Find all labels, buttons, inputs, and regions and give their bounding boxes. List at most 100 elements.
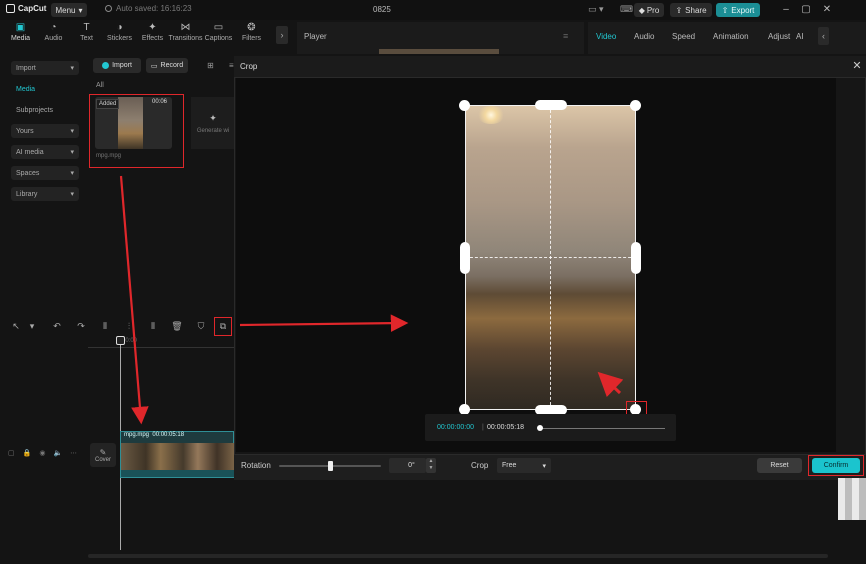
autosave-icon <box>105 5 112 12</box>
inspector-tab-audio[interactable]: Audio <box>634 32 654 41</box>
track-toggle-icon[interactable]: ▢ <box>8 449 15 457</box>
generate-tile[interactable]: ✦ Generate wi <box>191 97 235 149</box>
scrub-knob[interactable] <box>537 425 543 431</box>
inspector-tab-speed[interactable]: Speed <box>672 32 695 41</box>
menu-button[interactable]: Menu ▾ <box>51 3 87 17</box>
timeline-ruler <box>88 338 238 348</box>
import-button[interactable]: Import <box>93 58 141 73</box>
crop-handle-left[interactable] <box>460 242 470 274</box>
split-right-icon[interactable]: ⫴ <box>147 320 159 332</box>
inspector-tab-video[interactable]: Video <box>596 32 616 41</box>
filters-icon: ❂ <box>247 22 256 33</box>
minimize-icon[interactable]: – <box>779 3 793 17</box>
visibility-icon[interactable]: ◉ <box>39 449 45 457</box>
effects-icon: ✦ <box>148 22 157 33</box>
pixelated-region <box>838 478 866 520</box>
chevron-down-icon: ▾ <box>542 462 546 470</box>
select-tool-icon[interactable]: ↖ <box>10 320 22 332</box>
maximize-icon[interactable]: ▢ <box>799 3 813 17</box>
chevron-right-icon[interactable]: › <box>276 26 288 44</box>
tab-audio[interactable]: ◔ Audio <box>37 22 70 50</box>
redo-icon[interactable]: ↷ <box>75 320 87 332</box>
crop-dialog-header <box>234 56 866 78</box>
player-menu-icon[interactable]: ≡ <box>563 31 568 41</box>
sidebar-item-import[interactable]: Import ▾ <box>11 61 79 75</box>
confirm-button[interactable]: Confirm <box>812 458 860 473</box>
sidebar-item-library[interactable]: Library ▾ <box>11 187 79 201</box>
chevron-down-icon: ▾ <box>78 5 83 15</box>
playhead-handle[interactable] <box>116 336 125 345</box>
tab-media[interactable]: ▣ Media <box>4 22 37 50</box>
grid-view-icon[interactable]: ⊞ <box>207 61 214 70</box>
tab-captions[interactable]: ▭ Captions <box>202 22 235 50</box>
added-badge: Added <box>96 99 120 109</box>
crop-tool-highlight <box>214 317 232 336</box>
inspector-tab-adjust[interactable]: Adjust <box>768 32 790 41</box>
crop-ratio-label: Crop <box>471 461 489 470</box>
chevron-down-icon[interactable]: ▾ <box>26 320 38 332</box>
split-icon[interactable]: ⫴ <box>99 320 111 332</box>
close-icon[interactable]: ✕ <box>850 59 864 73</box>
delete-icon[interactable]: 🗑 <box>171 320 183 332</box>
pro-button[interactable]: ◆ Pro <box>634 3 664 17</box>
captions-icon: ▭ <box>213 22 224 33</box>
current-time: 00:00:00:00 <box>437 424 474 431</box>
layout-icon[interactable]: ▭ ▾ <box>588 4 614 16</box>
crop-handle-top-left[interactable] <box>459 100 470 111</box>
crop-handle-right[interactable] <box>631 242 641 274</box>
pencil-icon: ✎ <box>99 447 107 457</box>
project-title: 0825 <box>373 5 391 14</box>
crop-ratio-select[interactable]: Free ▾ <box>497 458 551 473</box>
reset-button[interactable]: Reset <box>757 458 802 473</box>
tab-effects[interactable]: ✦ Effects <box>136 22 169 50</box>
text-icon: T <box>83 22 90 33</box>
tab-transitions[interactable]: ⋈ Transitions <box>169 22 203 50</box>
sidebar-item-spaces[interactable]: Spaces ▾ <box>11 166 79 180</box>
crop-handle-top-right[interactable] <box>630 100 641 111</box>
tab-stickers[interactable]: ◑ Stickers <box>103 22 136 50</box>
split-left-icon[interactable]: ⫶ <box>123 320 135 332</box>
diamond-icon: ◆ <box>638 5 645 15</box>
mute-icon[interactable]: 🔈 <box>53 449 62 457</box>
clip-label: mpg.mpg 00:00:05:18 <box>124 432 185 438</box>
capcut-logo-icon <box>6 4 15 13</box>
inspector-tab-ai[interactable]: AI <box>796 32 804 41</box>
more-icon[interactable]: ⋯ <box>70 449 77 457</box>
crop-handle-top[interactable] <box>535 100 567 110</box>
rotation-slider-knob[interactable] <box>327 461 333 471</box>
inspector-scroll-left-icon[interactable]: ‹ <box>818 27 829 45</box>
track-controls: ▢ 🔒 ◉ 🔈 ⋯ <box>8 449 77 457</box>
media-duration: 00:06 <box>152 99 168 105</box>
chevron-down-icon: ▾ <box>70 170 74 177</box>
audio-icon: ◔ <box>50 22 57 33</box>
crop-guide-horizontal <box>465 257 636 258</box>
arrow-to-timeline <box>119 175 149 425</box>
shortcut-icon[interactable]: ⌨ <box>620 4 633 15</box>
rotation-input[interactable]: 0° <box>389 458 426 473</box>
inspector-tab-animation[interactable]: Animation <box>713 32 749 41</box>
sidebar-item-yours[interactable]: Yours ▾ <box>11 124 79 138</box>
export-button[interactable]: ⇧ Export <box>716 3 760 17</box>
crop-dialog-title: Crop <box>240 62 258 71</box>
list-view-icon[interactable]: ≡ <box>229 61 234 70</box>
close-window-icon[interactable]: ✕ <box>820 3 834 17</box>
record-icon: ▭ <box>150 62 158 70</box>
timeline-scrollbar[interactable] <box>88 554 828 558</box>
sidebar-item-ai-media[interactable]: AI media ▾ <box>11 145 79 159</box>
share-button[interactable]: ⇪ Share <box>670 3 712 17</box>
transitions-icon: ⋈ <box>180 22 191 33</box>
scrub-track[interactable] <box>541 428 665 429</box>
import-icon <box>102 62 110 69</box>
chevron-down-icon: ▾ <box>70 149 74 156</box>
cover-button[interactable]: ✎ Cover <box>90 443 116 467</box>
total-time: 00:00:05:18 <box>487 424 524 431</box>
tab-filters[interactable]: ❂ Filters <box>235 22 268 50</box>
record-button[interactable]: ▭ Record <box>146 58 188 73</box>
lock-icon[interactable]: 🔒 <box>23 449 32 457</box>
sidebar-item-media[interactable]: Media <box>11 82 79 96</box>
shield-icon[interactable]: ⛉ <box>195 320 207 332</box>
undo-icon[interactable]: ↶ <box>51 320 63 332</box>
sidebar-item-subprojects[interactable]: Subprojects <box>11 103 79 117</box>
rotation-stepper-icon[interactable]: ▲ ▼ <box>426 458 436 473</box>
tab-text[interactable]: T Text <box>70 22 103 50</box>
